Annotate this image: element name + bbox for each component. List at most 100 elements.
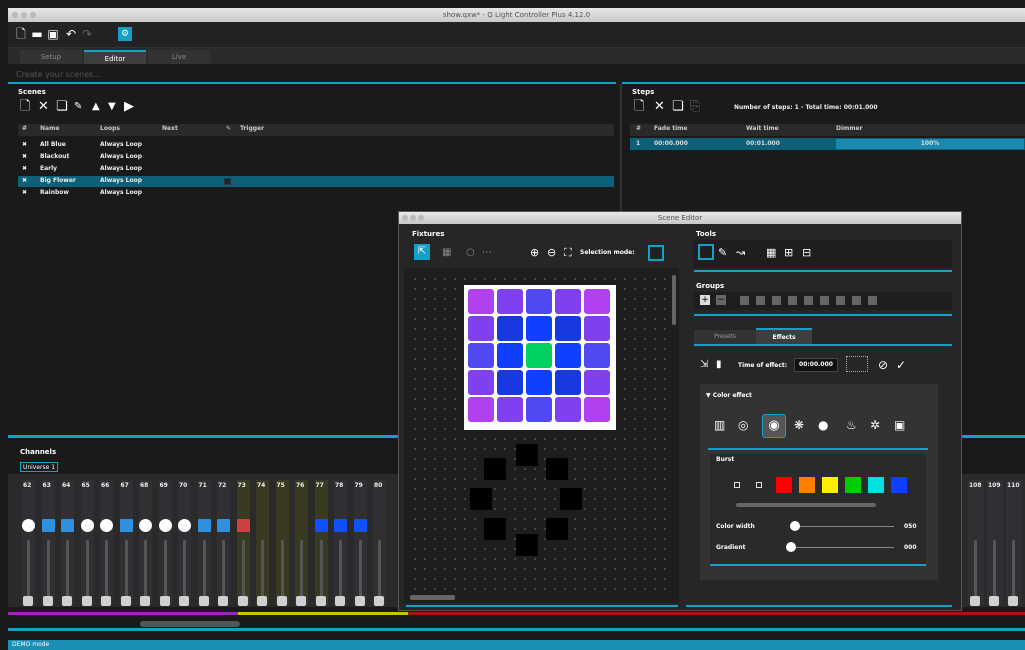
- time-of-effect-input[interactable]: 00:00.000: [794, 358, 838, 372]
- fader-handle[interactable]: [101, 596, 111, 606]
- move-up-icon[interactable]: ▲: [92, 100, 100, 114]
- clone-step-icon[interactable]: ❏: [672, 100, 684, 114]
- ring-fixture[interactable]: [470, 488, 492, 510]
- pencil-icon[interactable]: ✎: [718, 246, 727, 260]
- zoom-window-icon[interactable]: [30, 12, 36, 18]
- effect-wave-icon[interactable]: ❋: [794, 418, 804, 432]
- matrix-cell[interactable]: [497, 370, 523, 395]
- matrix-cell[interactable]: [468, 316, 494, 341]
- scene-enabled-icon[interactable]: ✖: [22, 177, 27, 184]
- open-icon[interactable]: ▬: [30, 27, 44, 41]
- settings-icon[interactable]: ⚙: [118, 27, 132, 41]
- layout-icon-3[interactable]: ⊟: [802, 246, 811, 260]
- matrix-cell[interactable]: [468, 343, 494, 368]
- rect-select-icon[interactable]: [698, 244, 714, 260]
- trigger-indicator[interactable]: [224, 178, 231, 185]
- fader-handle[interactable]: [237, 596, 248, 606]
- effect-image-icon[interactable]: ▣: [894, 418, 905, 432]
- table-row[interactable]: ✖ All Blue Always Loop: [18, 140, 614, 151]
- paste-step-icon[interactable]: ⎘: [690, 100, 700, 114]
- group-slot[interactable]: [852, 296, 861, 305]
- add-step-icon[interactable]: 🗋: [634, 100, 644, 114]
- add-effect-icon[interactable]: ⇲: [700, 358, 708, 372]
- delete-step-icon[interactable]: ✕: [654, 100, 665, 114]
- fader-handle[interactable]: [179, 596, 189, 606]
- ring-fixture[interactable]: [546, 458, 568, 480]
- step-row[interactable]: 1 00:00.000 00:01.000 100%: [630, 138, 1025, 150]
- color-checkbox-1[interactable]: [734, 482, 740, 488]
- matrix-cell[interactable]: [497, 397, 523, 422]
- group-slot[interactable]: [740, 296, 749, 305]
- matrix-cell[interactable]: [526, 343, 552, 368]
- new-icon[interactable]: 🗋: [14, 27, 28, 41]
- fader-handle[interactable]: [198, 596, 209, 606]
- minimize-window-icon[interactable]: [21, 12, 27, 18]
- group-slot[interactable]: [772, 296, 781, 305]
- play-icon[interactable]: ▶: [124, 100, 134, 114]
- zoom-out-icon[interactable]: ⊖: [547, 246, 556, 260]
- group-slot[interactable]: [788, 296, 797, 305]
- effect-columns-icon[interactable]: ▥: [714, 418, 725, 432]
- fader-handle[interactable]: [374, 596, 384, 606]
- effect-spiral-icon[interactable]: ◎: [738, 418, 748, 432]
- fader-handle[interactable]: [140, 596, 150, 606]
- fader-handle[interactable]: [23, 596, 33, 606]
- matrix-cell[interactable]: [555, 289, 581, 314]
- scene-enabled-icon[interactable]: ✖: [22, 141, 27, 148]
- ring-fixture[interactable]: [484, 518, 506, 540]
- fader-handle[interactable]: [315, 596, 326, 606]
- fixtures-hscroll[interactable]: [410, 595, 455, 600]
- color-swatch[interactable]: [799, 477, 815, 493]
- ring-fixture[interactable]: [516, 534, 538, 556]
- matrix-cell[interactable]: [526, 397, 552, 422]
- ring-fixture[interactable]: [516, 444, 538, 466]
- delete-effect-icon[interactable]: ▮: [716, 358, 722, 372]
- edit-scene-icon[interactable]: ✎: [74, 100, 82, 114]
- matrix-cell[interactable]: [584, 316, 610, 341]
- matrix-cell[interactable]: [584, 397, 610, 422]
- effect-burst-icon[interactable]: ◉: [762, 414, 786, 438]
- grid-icon[interactable]: ▦: [442, 246, 451, 260]
- apply-icon[interactable]: ✓: [896, 358, 906, 372]
- color-swatch[interactable]: [845, 477, 861, 493]
- dots-icon[interactable]: ⋯: [482, 246, 492, 260]
- matrix-cell[interactable]: [497, 343, 523, 368]
- clone-scene-icon[interactable]: ❏: [56, 100, 68, 114]
- tab-setup[interactable]: Setup: [20, 50, 82, 64]
- fader-handle[interactable]: [218, 596, 228, 606]
- delete-scene-icon[interactable]: ✕: [38, 100, 49, 114]
- fader-handle[interactable]: [335, 596, 345, 606]
- matrix-cell[interactable]: [584, 343, 610, 368]
- table-row[interactable]: ✖ Blackout Always Loop: [18, 152, 614, 163]
- fit-icon[interactable]: ⛶: [564, 246, 572, 260]
- gradient-slider[interactable]: [786, 542, 796, 552]
- tab-live[interactable]: Live: [148, 50, 210, 64]
- table-row[interactable]: ✖ Rainbow Always Loop: [18, 188, 614, 199]
- fader-handle[interactable]: [970, 596, 980, 606]
- effect-fire-icon[interactable]: ♨: [846, 418, 857, 432]
- remove-group-icon[interactable]: −: [716, 295, 726, 305]
- scene-enabled-icon[interactable]: ✖: [22, 189, 27, 196]
- fader-handle[interactable]: [159, 596, 170, 606]
- undo-icon[interactable]: ↶: [64, 27, 78, 41]
- ring-fixture[interactable]: [560, 488, 582, 510]
- save-icon[interactable]: ▣: [46, 27, 60, 41]
- move-down-icon[interactable]: ▼: [108, 100, 116, 114]
- swatch-scrollbar[interactable]: [736, 503, 876, 507]
- ring-fixture[interactable]: [546, 518, 568, 540]
- tab-effects[interactable]: Effects: [756, 328, 812, 344]
- matrix-cell[interactable]: [526, 370, 552, 395]
- horizontal-scrollbar[interactable]: [140, 621, 240, 627]
- color-checkbox-2[interactable]: [756, 482, 762, 488]
- matrix-cell[interactable]: [468, 397, 494, 422]
- zoom-in-icon[interactable]: ⊕: [530, 246, 539, 260]
- matrix-cell[interactable]: [526, 316, 552, 341]
- fader-handle[interactable]: [257, 596, 267, 606]
- group-slot[interactable]: [868, 296, 877, 305]
- table-row[interactable]: ✖ Early Always Loop: [18, 164, 614, 175]
- fader-handle[interactable]: [276, 596, 287, 606]
- select-tool-icon[interactable]: ⇱: [414, 244, 430, 260]
- fader-handle[interactable]: [120, 596, 131, 606]
- fader-handle[interactable]: [81, 596, 92, 606]
- time-spinner[interactable]: [846, 356, 868, 372]
